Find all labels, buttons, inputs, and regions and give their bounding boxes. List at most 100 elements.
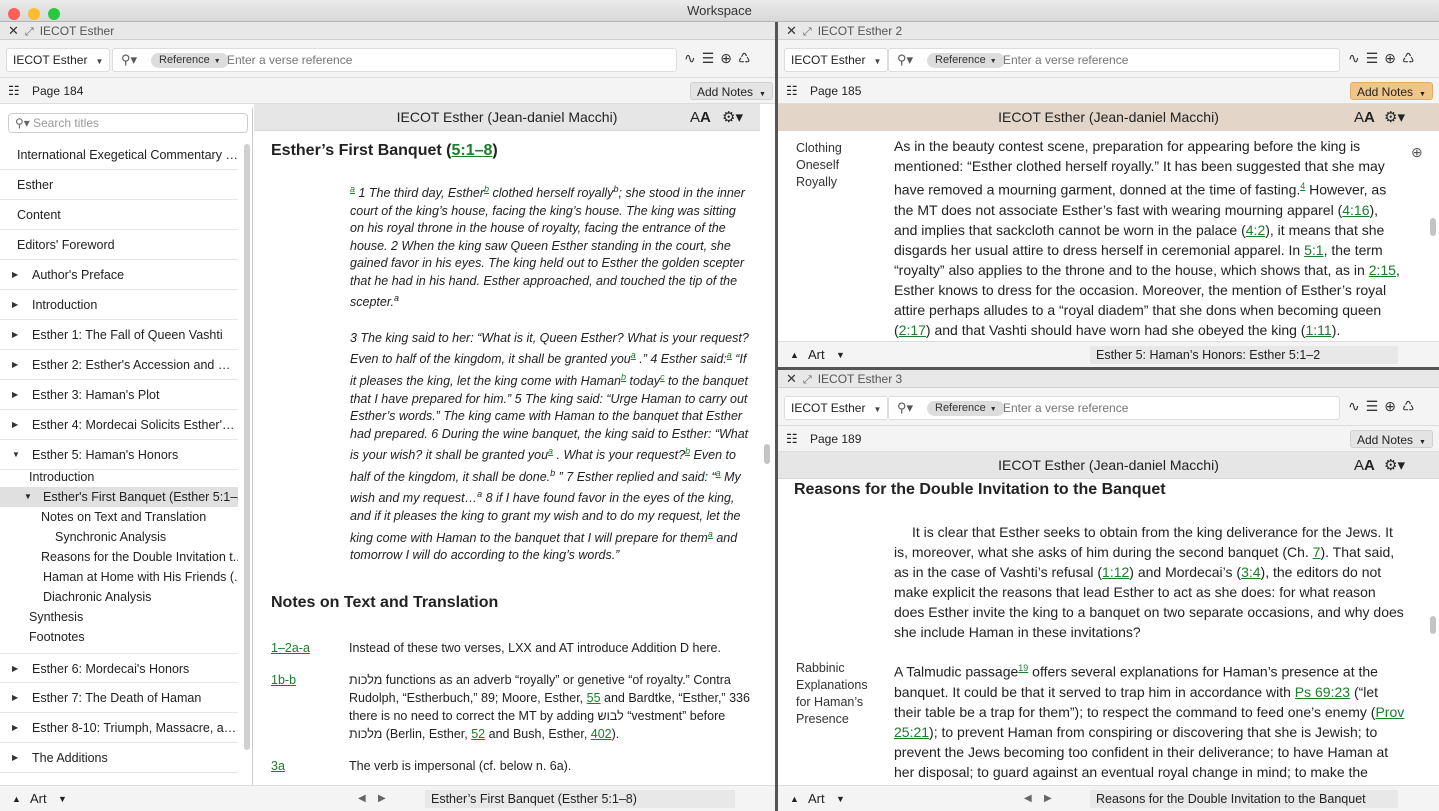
recycle-icon[interactable]: ♺: [1402, 50, 1415, 66]
chevron-right-icon[interactable]: ▶: [12, 713, 18, 742]
add-notes-button[interactable]: Add Notes ▼: [690, 82, 773, 100]
font-size-icon[interactable]: AA: [1354, 452, 1375, 479]
chevron-right-icon[interactable]: ▶: [12, 410, 18, 439]
forward-arrow-icon[interactable]: ▶: [1044, 786, 1052, 811]
chevron-down-icon[interactable]: ▼: [836, 342, 845, 367]
verse-link[interactable]: Ps 69:23: [1295, 684, 1350, 700]
chevron-down-icon[interactable]: ▼: [836, 786, 845, 811]
font-size-icon[interactable]: AA: [1354, 104, 1375, 131]
chevron-down-icon[interactable]: ▼: [24, 487, 32, 507]
wave-icon[interactable]: ∿: [1348, 398, 1360, 414]
chevron-right-icon[interactable]: ▶: [12, 683, 18, 712]
toc-subitem[interactable]: ▼ Esther's First Banquet (Esther 5:1–8): [0, 487, 238, 507]
up-arrow-icon[interactable]: ▲: [12, 786, 21, 811]
reference-type-dropdown[interactable]: Reference ▼: [151, 53, 229, 68]
note-reference-link[interactable]: 3a: [271, 757, 349, 775]
gear-icon[interactable]: ⚙▾: [1384, 452, 1405, 479]
heading-reference-link[interactable]: 5:1–8: [451, 142, 492, 159]
toc-subitem[interactable]: Notes on Text and Translation: [41, 507, 238, 527]
toc-item[interactable]: ▶ Esther 7: The Death of Haman: [0, 683, 238, 713]
verse-reference-input[interactable]: [1003, 51, 1323, 69]
toc-item[interactable]: Esther: [0, 170, 238, 200]
wave-icon[interactable]: ∿: [1348, 50, 1360, 66]
toc-list-icon[interactable]: ☷: [8, 78, 20, 104]
toc-subitem[interactable]: ▶Diachronic Analysis: [43, 587, 238, 607]
sidebar-scrollbar[interactable]: [244, 144, 250, 750]
current-section-label[interactable]: Esther’s First Banquet (Esther 5:1–8): [425, 790, 735, 808]
toc-item[interactable]: ▶ The Additions: [0, 743, 238, 773]
reference-type-dropdown[interactable]: Reference ▼: [927, 53, 1005, 68]
art-label[interactable]: Art: [808, 342, 825, 367]
verse-reference-input[interactable]: [227, 51, 647, 69]
toc-subitem[interactable]: Introduction: [29, 467, 238, 487]
page-link[interactable]: 55: [587, 691, 601, 705]
verse-link[interactable]: 4:2: [1246, 222, 1265, 238]
add-notes-button[interactable]: Add Notes ▼: [1350, 430, 1433, 448]
verse-link[interactable]: 2:15: [1369, 262, 1396, 278]
recycle-icon[interactable]: ♺: [1402, 398, 1415, 414]
footnote-link[interactable]: b: [484, 184, 489, 194]
toc-item[interactable]: ▶ Esther 8-10: Triumph, Massacre, and...: [0, 713, 238, 743]
reader-scrollbar[interactable]: [1430, 218, 1436, 236]
search-icon[interactable]: ⚲▾: [121, 52, 137, 68]
reference-type-dropdown[interactable]: Reference ▼: [927, 401, 1005, 416]
back-arrow-icon[interactable]: ◀: [1024, 786, 1032, 811]
search-icon[interactable]: ⚲▾: [897, 52, 913, 68]
resource-selector[interactable]: IECOT Esther ▼: [784, 48, 889, 72]
footnote-link[interactable]: 19: [1018, 663, 1028, 673]
page-link[interactable]: 402: [591, 727, 612, 741]
toc-list-icon[interactable]: ☷: [786, 426, 798, 452]
verse-link[interactable]: 5:1: [1304, 242, 1323, 258]
wave-icon[interactable]: ∿: [684, 50, 696, 66]
toc-item[interactable]: ▶ Esther 2: Esther's Accession and Roy...: [0, 350, 238, 380]
recycle-icon[interactable]: ♺: [738, 50, 751, 66]
search-icon[interactable]: ⚲▾: [897, 400, 913, 416]
zoom-window-button[interactable]: [48, 8, 60, 20]
expand-icon[interactable]: ⤢: [803, 26, 812, 38]
up-arrow-icon[interactable]: ▲: [790, 786, 799, 811]
close-window-button[interactable]: [8, 8, 20, 20]
expand-icon[interactable]: ⤢: [25, 26, 34, 38]
resource-selector[interactable]: IECOT Esther ▼: [6, 48, 111, 72]
add-circle-icon[interactable]: ⊕: [1384, 50, 1396, 66]
footnote-link[interactable]: a: [350, 184, 355, 194]
add-circle-icon[interactable]: ⊕: [1384, 398, 1396, 414]
toc-item[interactable]: ▶ Esther 6: Mordecai's Honors: [0, 653, 238, 683]
forward-arrow-icon[interactable]: ▶: [378, 786, 386, 811]
verse-link[interactable]: 1:11: [1305, 322, 1331, 338]
chevron-down-icon[interactable]: ▼: [12, 440, 20, 469]
verse-link[interactable]: 4:16: [1342, 202, 1369, 218]
toc-item[interactable]: ▶ Esther 4: Mordecai Solicits Esther's...: [0, 410, 238, 440]
current-section-label[interactable]: Esther 5: Haman’s Honors: Esther 5:1–2: [1090, 346, 1398, 364]
expand-icon[interactable]: ⤢: [803, 374, 812, 386]
toc-item[interactable]: ▶ Author's Preface: [0, 260, 238, 290]
add-circle-icon[interactable]: ⊕: [1411, 144, 1423, 161]
text-list-icon[interactable]: ☰: [1366, 50, 1379, 66]
close-icon[interactable]: ✕: [786, 371, 797, 386]
toc-subitem[interactable]: Synthesis: [29, 607, 238, 627]
text-list-icon[interactable]: ☰: [1366, 398, 1379, 414]
minimize-window-button[interactable]: [28, 8, 40, 20]
chevron-right-icon[interactable]: ▶: [12, 320, 18, 349]
verse-link[interactable]: 1:12: [1102, 564, 1129, 580]
chevron-down-icon[interactable]: ▼: [58, 786, 67, 811]
back-arrow-icon[interactable]: ◀: [358, 786, 366, 811]
chevron-right-icon[interactable]: ▶: [12, 743, 18, 772]
toc-subitem[interactable]: Reasons for the Double Invitation t...: [41, 547, 238, 567]
font-size-icon[interactable]: AA: [690, 104, 711, 131]
up-arrow-icon[interactable]: ▲: [790, 342, 799, 367]
verse-reference-input[interactable]: [1003, 399, 1323, 417]
toc-item[interactable]: Content: [0, 200, 238, 230]
close-icon[interactable]: ✕: [786, 23, 797, 38]
chevron-right-icon[interactable]: ▶: [12, 380, 18, 409]
toc-subitem[interactable]: ▶Haman at Home with His Friends (...: [43, 567, 238, 587]
toc-subitem[interactable]: Footnotes: [29, 627, 238, 647]
note-reference-link[interactable]: 1–2a-a: [271, 639, 349, 657]
reader-scrollbar[interactable]: [1430, 616, 1436, 634]
art-label[interactable]: Art: [808, 786, 825, 811]
resource-selector[interactable]: IECOT Esther ▼: [784, 396, 889, 420]
current-section-label[interactable]: Reasons for the Double Invitation to the…: [1090, 790, 1398, 808]
toc-item[interactable]: ▶ Esther 3: Haman's Plot: [0, 380, 238, 410]
add-circle-icon[interactable]: ⊕: [720, 50, 732, 66]
toc-item[interactable]: International Exegetical Commentary on..…: [0, 140, 238, 170]
